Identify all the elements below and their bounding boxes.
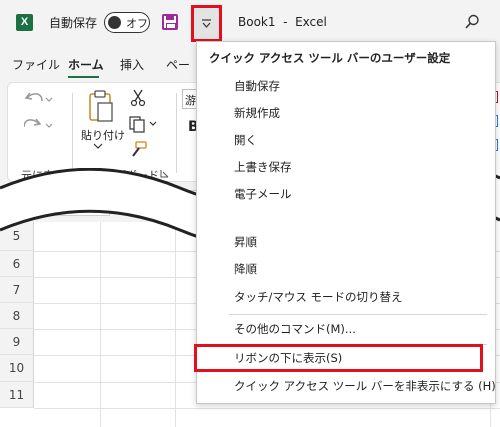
menu-item-sort-ascending[interactable]: 昇順 xyxy=(197,229,495,255)
row-header[interactable]: 11 xyxy=(0,382,34,408)
copy-icon[interactable] xyxy=(128,115,160,133)
menu-item-sort-descending[interactable]: 降順 xyxy=(197,256,495,282)
redo-icon[interactable] xyxy=(24,115,54,137)
menu-item-new[interactable]: 新規作成 xyxy=(197,100,495,126)
menu-item-autosave[interactable]: 自動保存 xyxy=(197,73,495,99)
menu-item-label: 降順 xyxy=(234,262,257,276)
paste-icon[interactable] xyxy=(88,89,116,123)
row-header[interactable]: 8 xyxy=(0,303,34,329)
menu-item-hide-qat[interactable]: クイック アクセス ツール バーを非表示にする (H) xyxy=(197,373,496,399)
tab-file[interactable]: ファイル xyxy=(12,56,60,73)
tab-insert[interactable]: 挿入 xyxy=(120,56,144,73)
menu-item-label: 自動保存 xyxy=(234,79,280,93)
cut-icon[interactable] xyxy=(130,89,146,107)
group-separator xyxy=(72,93,73,173)
autosave-toggle[interactable]: オフ xyxy=(104,12,150,33)
row-gridline xyxy=(34,408,500,409)
document-title: Book1 - Excel xyxy=(238,15,327,29)
menu-item-label: 上書き保存 xyxy=(234,160,292,174)
tab-page-layout[interactable]: ペー xyxy=(166,56,190,73)
row-header[interactable]: 6 xyxy=(0,251,34,277)
menu-separator xyxy=(229,314,487,315)
row-header[interactable]: 10 xyxy=(0,355,34,382)
toggle-state-label: オフ xyxy=(126,17,148,30)
menu-item-label: 電子メール xyxy=(234,187,292,201)
menu-item-label: 新規作成 xyxy=(234,106,280,120)
format-painter-icon[interactable] xyxy=(128,141,148,159)
menu-item-label: その他のコマンド(M)... xyxy=(234,322,356,336)
font-name-fragment: 游 xyxy=(185,94,196,107)
menu-item-label: クイック アクセス ツール バーを非表示にする (H) xyxy=(234,379,496,393)
excel-logo-icon: X xyxy=(16,14,33,31)
group-separator xyxy=(176,93,177,173)
menu-item-email[interactable]: 電子メール xyxy=(197,181,495,207)
column-gridline xyxy=(175,222,176,427)
column-gridline xyxy=(100,222,101,427)
paste-dropdown-icon[interactable] xyxy=(93,143,103,149)
title-bar: X 自動保存 オフ Book1 - Excel xyxy=(0,0,500,46)
menu-item-label: 開く xyxy=(234,133,257,147)
paste-button-label[interactable]: 貼り付け xyxy=(81,127,125,143)
menu-item-open[interactable]: 開く xyxy=(197,127,495,153)
menu-item-label: タッチ/マウス モードの切り替え xyxy=(234,290,403,304)
menu-item-label: 昇順 xyxy=(234,235,257,249)
chevron-down-icon xyxy=(202,19,211,28)
autosave-label: 自動保存 xyxy=(49,16,98,30)
row-header[interactable]: 7 xyxy=(0,277,34,303)
search-icon[interactable] xyxy=(464,14,480,30)
menu-item-save[interactable]: 上書き保存 xyxy=(197,154,495,180)
toggle-knob xyxy=(108,16,121,29)
qat-customize-button[interactable] xyxy=(191,5,222,42)
menu-item-touch-mouse-mode[interactable]: タッチ/マウス モードの切り替え xyxy=(197,284,495,310)
qat-dropdown-inner xyxy=(194,8,219,39)
undo-icon[interactable] xyxy=(24,89,54,111)
menu-item-more-commands[interactable]: その他のコマンド(M)... xyxy=(197,316,495,342)
save-icon[interactable] xyxy=(162,14,178,30)
qat-customize-menu: クイック アクセス ツール バーのユーザー設定 自動保存 新規作成 開く 上書き… xyxy=(194,41,496,404)
menu-header: クイック アクセス ツール バーのユーザー設定 xyxy=(209,51,451,65)
highlight-box xyxy=(194,344,483,372)
tab-home[interactable]: ホーム xyxy=(68,56,104,73)
row-header[interactable]: 9 xyxy=(0,329,34,355)
